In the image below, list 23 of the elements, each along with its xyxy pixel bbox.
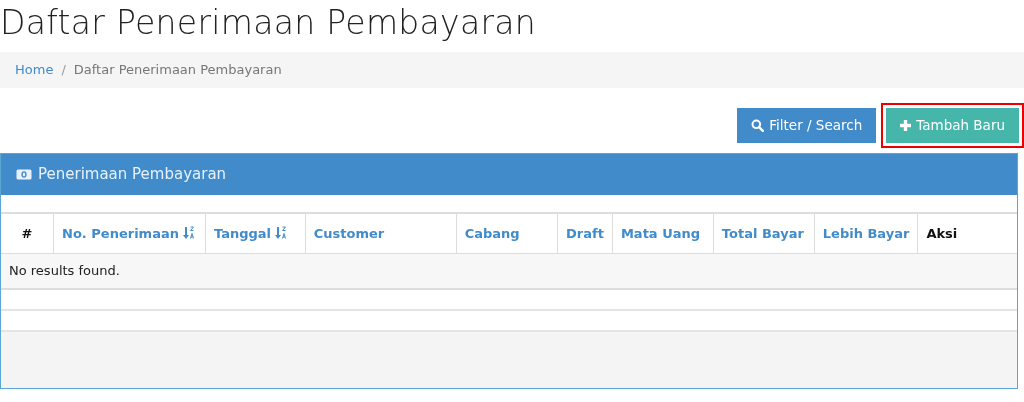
breadcrumb-current: Daftar Penerimaan Pembayaran <box>73 61 282 80</box>
breadcrumb-separator: / <box>61 61 66 80</box>
column-header-link[interactable]: No. Penerimaan <box>62 225 195 241</box>
empty-message: No results found. <box>9 263 120 278</box>
column-header-link[interactable]: Lebih Bayar <box>822 225 910 241</box>
money-icon <box>16 169 32 180</box>
column-header-link[interactable]: Tanggal <box>214 225 288 241</box>
add-button[interactable]: Tambah Baru <box>886 108 1019 143</box>
column-header-link[interactable]: Mata Uang <box>620 225 701 241</box>
search-icon <box>751 119 765 132</box>
column-header-link[interactable]: Customer <box>313 225 385 241</box>
column-header-link[interactable]: Draft <box>566 225 604 241</box>
plus-icon <box>900 120 912 131</box>
breadcrumb-link[interactable]: Home <box>15 60 54 80</box>
panel-title: Penerimaan Pembayaran <box>38 164 227 186</box>
column-header-link[interactable]: Cabang <box>464 225 520 241</box>
filter-button[interactable]: Filter / Search <box>737 108 877 143</box>
column-header-link[interactable]: Total Bayar <box>721 225 804 241</box>
column-header: # <box>21 225 33 241</box>
sort-icon <box>182 225 195 240</box>
page-title: Daftar Penerimaan Pembayaran <box>0 2 538 44</box>
column-header: Aksi <box>926 225 958 241</box>
sort-icon <box>275 225 288 240</box>
